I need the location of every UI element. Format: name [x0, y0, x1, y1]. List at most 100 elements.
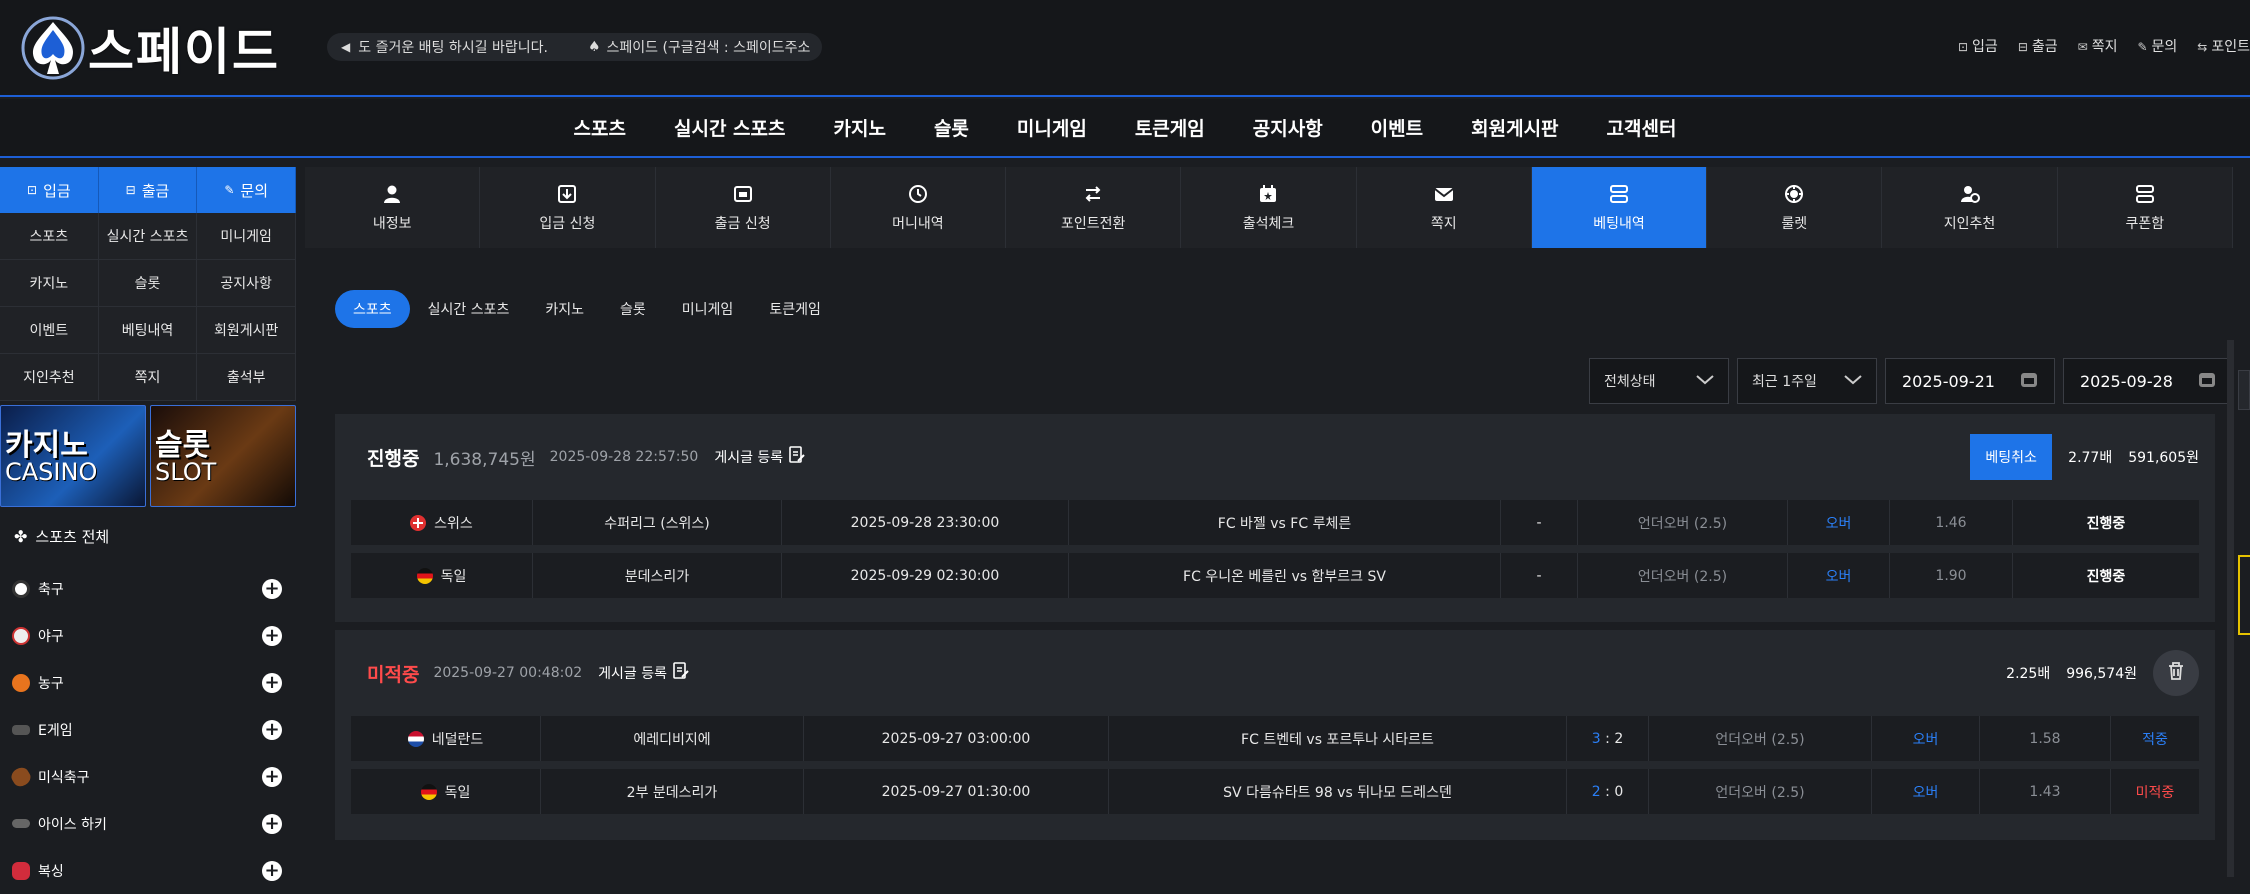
period-select[interactable]: 최근 1주일	[1737, 358, 1877, 404]
toplink-point[interactable]: ⇆ 포인트	[2197, 36, 2250, 56]
plus-icon[interactable]: +	[262, 625, 282, 646]
nav-board[interactable]: 회원게시판	[1447, 114, 1582, 141]
date-from-input[interactable]: 2025-09-21	[1885, 358, 2055, 404]
banner-subtitle: SLOT	[155, 458, 217, 486]
sport-item-boxing[interactable]: 복싱 +	[0, 847, 296, 894]
sidebar-item-bet-history[interactable]: 베팅내역	[98, 307, 198, 354]
bet-row: 독일 2부 분데스리가 2025-09-27 01:30:00 SV 다름슈타트…	[351, 769, 2199, 814]
nav-support[interactable]: 고객센터	[1583, 114, 1701, 141]
side-widget-tab[interactable]	[2238, 370, 2250, 410]
nav-notice[interactable]: 공지사항	[1229, 114, 1347, 141]
deposit-request-icon	[556, 183, 578, 205]
sidebar-item-casino[interactable]: 카지노	[0, 260, 99, 307]
nav-event[interactable]: 이벤트	[1347, 114, 1447, 141]
casino-banner[interactable]: 카지노 CASINO	[0, 405, 146, 507]
tab-bet-history[interactable]: 베팅내역	[1531, 167, 1708, 248]
main-nav: 스포츠 실시간 스포츠 카지노 슬롯 미니게임 토큰게임 공지사항 이벤트 회원…	[0, 99, 2250, 158]
plus-icon[interactable]: +	[262, 766, 282, 787]
tab-deposit-request[interactable]: 입금 신청	[480, 167, 656, 248]
sidebar-withdraw-button[interactable]: ⊟ 출금	[98, 167, 198, 213]
sport-item-baseball[interactable]: 야구 +	[0, 612, 296, 659]
post-button[interactable]: 게시글 등록	[598, 662, 689, 684]
time-cell: 2025-09-29 02:30:00	[782, 553, 1069, 598]
delete-bet-button[interactable]	[2153, 650, 2199, 696]
list-icon	[1608, 183, 1630, 205]
mypage-tabs: 내정보 입금 신청 출금 신청 머니내역 포인트전환 출석체크 쪽지 베팅내역	[305, 167, 2233, 248]
nav-slot[interactable]: 슬롯	[910, 114, 993, 141]
nav-live-sports[interactable]: 실시간 스포츠	[650, 114, 810, 141]
sport-item-american-football[interactable]: 미식축구 +	[0, 753, 296, 800]
tab-roulette[interactable]: 룰렛	[1707, 167, 1883, 248]
bet-date: 2025-09-27 00:48:02	[433, 665, 583, 681]
toplink-withdraw[interactable]: ⊟ 출금	[2018, 36, 2058, 56]
subtab-minigame[interactable]: 미니게임	[664, 290, 752, 328]
tab-withdraw-request[interactable]: 출금 신청	[656, 167, 831, 248]
sidebar-item-live-sports[interactable]: 실시간 스포츠	[98, 213, 198, 260]
slot-banner[interactable]: 슬롯 SLOT	[150, 405, 296, 507]
tab-money-history[interactable]: 머니내역	[831, 167, 1007, 248]
tab-attendance[interactable]: 출석체크	[1181, 167, 1357, 248]
sidebar-item-board[interactable]: 회원게시판	[197, 307, 296, 354]
subtab-live-sports[interactable]: 실시간 스포츠	[410, 290, 528, 328]
sport-item-soccer[interactable]: 축구 +	[0, 565, 296, 612]
tab-mail[interactable]: 쪽지	[1357, 167, 1532, 248]
nav-sports[interactable]: 스포츠	[550, 114, 650, 141]
plus-icon[interactable]: +	[262, 719, 282, 740]
toplink-deposit[interactable]: ⊡ 입금	[1958, 36, 1998, 56]
date-to-input[interactable]: 2025-09-28	[2063, 358, 2233, 404]
plus-icon[interactable]: +	[262, 672, 282, 693]
side-widget-panel[interactable]	[2238, 555, 2250, 635]
status-select[interactable]: 전체상태	[1589, 358, 1729, 404]
plus-icon[interactable]: +	[262, 578, 282, 599]
subtab-casino[interactable]: 카지노	[527, 290, 602, 328]
subtab-slot[interactable]: 슬롯	[602, 290, 664, 328]
sport-item-basketball[interactable]: 농구 +	[0, 659, 296, 706]
tab-label: 머니내역	[892, 215, 944, 232]
brand-logo[interactable]: 스페이드	[18, 14, 293, 82]
plus-icon[interactable]: +	[262, 860, 282, 881]
country-name: 독일	[444, 784, 471, 801]
bet-payout: 996,574원	[2066, 666, 2137, 682]
nav-token-game[interactable]: 토큰게임	[1111, 114, 1229, 141]
sidebar-item-minigame[interactable]: 미니게임	[197, 213, 296, 260]
calendar-icon	[2198, 370, 2216, 392]
toplink-label: 문의	[2151, 39, 2178, 55]
sidebar-item-attendance[interactable]: 출석부	[197, 354, 296, 401]
calendar-icon	[1257, 183, 1279, 205]
cancel-bet-button[interactable]: 베팅취소	[1970, 434, 2053, 480]
page-scrollbar[interactable]	[2227, 340, 2234, 877]
sidebar-item-recommend[interactable]: 지인추천	[0, 354, 99, 401]
bet-filters: 전체상태 최근 1주일 2025-09-21 2025-09-28	[1589, 358, 2233, 404]
tab-point-exchange[interactable]: 포인트전환	[1006, 167, 1182, 248]
bet-history-panel: 스포츠 실시간 스포츠 카지노 슬롯 미니게임 토큰게임 전체상태 최근 1주일…	[305, 248, 2233, 877]
toplink-inquiry[interactable]: ✎ 문의	[2137, 36, 2177, 56]
plus-icon[interactable]: +	[262, 813, 282, 834]
toplink-mail[interactable]: ✉ 쪽지	[2078, 36, 2118, 56]
post-button[interactable]: 게시글 등록	[714, 446, 805, 468]
sidebar-item-notice[interactable]: 공지사항	[197, 260, 296, 307]
nav-minigame[interactable]: 미니게임	[993, 114, 1111, 141]
button-label: 출금	[141, 181, 170, 200]
country-name: 스위스	[434, 515, 473, 532]
time-cell: 2025-09-27 01:30:00	[804, 769, 1109, 814]
germany-flag-icon	[420, 783, 437, 800]
sidebar-item-slot[interactable]: 슬롯	[98, 260, 198, 307]
subtab-token-game[interactable]: 토큰게임	[751, 290, 839, 328]
sidebar-deposit-button[interactable]: ⊡ 입금	[0, 167, 99, 213]
tab-my-info[interactable]: 내정보	[305, 167, 481, 248]
sport-item-egame[interactable]: E게임 +	[0, 706, 296, 753]
sidebar-item-mail[interactable]: 쪽지	[98, 354, 198, 401]
sidebar-item-event[interactable]: 이벤트	[0, 307, 99, 354]
odds-cell: 1.58	[1980, 716, 2111, 761]
league-cell: 분데스리가	[533, 553, 782, 598]
sport-item-ice-hockey[interactable]: 아이스 하키 +	[0, 800, 296, 847]
tab-recommend[interactable]: 지인추천	[1882, 167, 2058, 248]
tab-coupon[interactable]: 쿠폰함	[2058, 167, 2233, 248]
sidebar-inquiry-button[interactable]: ✎ 문의	[197, 167, 297, 213]
subtab-sports[interactable]: 스포츠	[335, 290, 410, 328]
sidebar-item-sports[interactable]: 스포츠	[0, 213, 99, 260]
bet-status: 진행중	[367, 447, 420, 470]
country-name: 네덜란드	[431, 731, 484, 748]
nav-casino[interactable]: 카지노	[809, 114, 909, 141]
sports-all-link[interactable]: ✤ 스포츠 전체	[0, 507, 296, 565]
